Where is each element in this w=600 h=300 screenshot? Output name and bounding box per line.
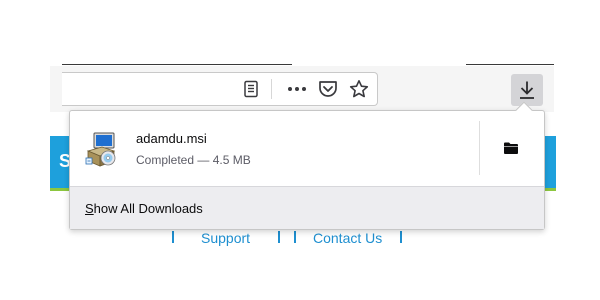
page-banner-left: S: [50, 136, 71, 188]
show-all-accesskey: S: [85, 201, 94, 216]
url-bar-divider: [271, 79, 272, 99]
installer-package-icon: [84, 131, 120, 167]
download-item[interactable]: adamdu.msi Completed — 4.5 MB: [70, 111, 544, 186]
item-divider: [479, 121, 480, 175]
support-link[interactable]: Support: [201, 230, 250, 246]
panel-footer: Show All Downloads: [70, 186, 544, 229]
download-arrow-icon: [520, 81, 534, 99]
link-separator: [278, 231, 280, 243]
reader-view-icon[interactable]: [239, 77, 263, 101]
link-separator: [400, 231, 402, 243]
page-actions-icon[interactable]: [285, 77, 309, 101]
download-status: Completed — 4.5 MB: [136, 153, 251, 167]
link-separator: [172, 231, 174, 243]
page-rule-right: [466, 64, 554, 65]
show-all-downloads-button[interactable]: Show All Downloads: [85, 201, 203, 216]
downloads-panel: adamdu.msi Completed — 4.5 MB Show All D…: [69, 110, 545, 230]
banner-accent-left: [50, 188, 70, 191]
open-containing-folder-button[interactable]: [496, 135, 526, 161]
page-rule-left: [62, 64, 292, 65]
banner-accent-right: [544, 188, 556, 191]
page-banner-right: [544, 136, 556, 188]
page-footer-links: Support Contact Us: [0, 229, 600, 249]
downloads-button[interactable]: [511, 74, 543, 106]
contact-us-link[interactable]: Contact Us: [313, 230, 382, 246]
bookmark-star-icon[interactable]: [347, 77, 371, 101]
link-separator: [294, 231, 296, 243]
download-file-name: adamdu.msi: [136, 131, 207, 146]
show-all-label: how All Downloads: [93, 201, 203, 216]
pocket-icon[interactable]: [316, 77, 340, 101]
folder-icon: [504, 142, 518, 154]
